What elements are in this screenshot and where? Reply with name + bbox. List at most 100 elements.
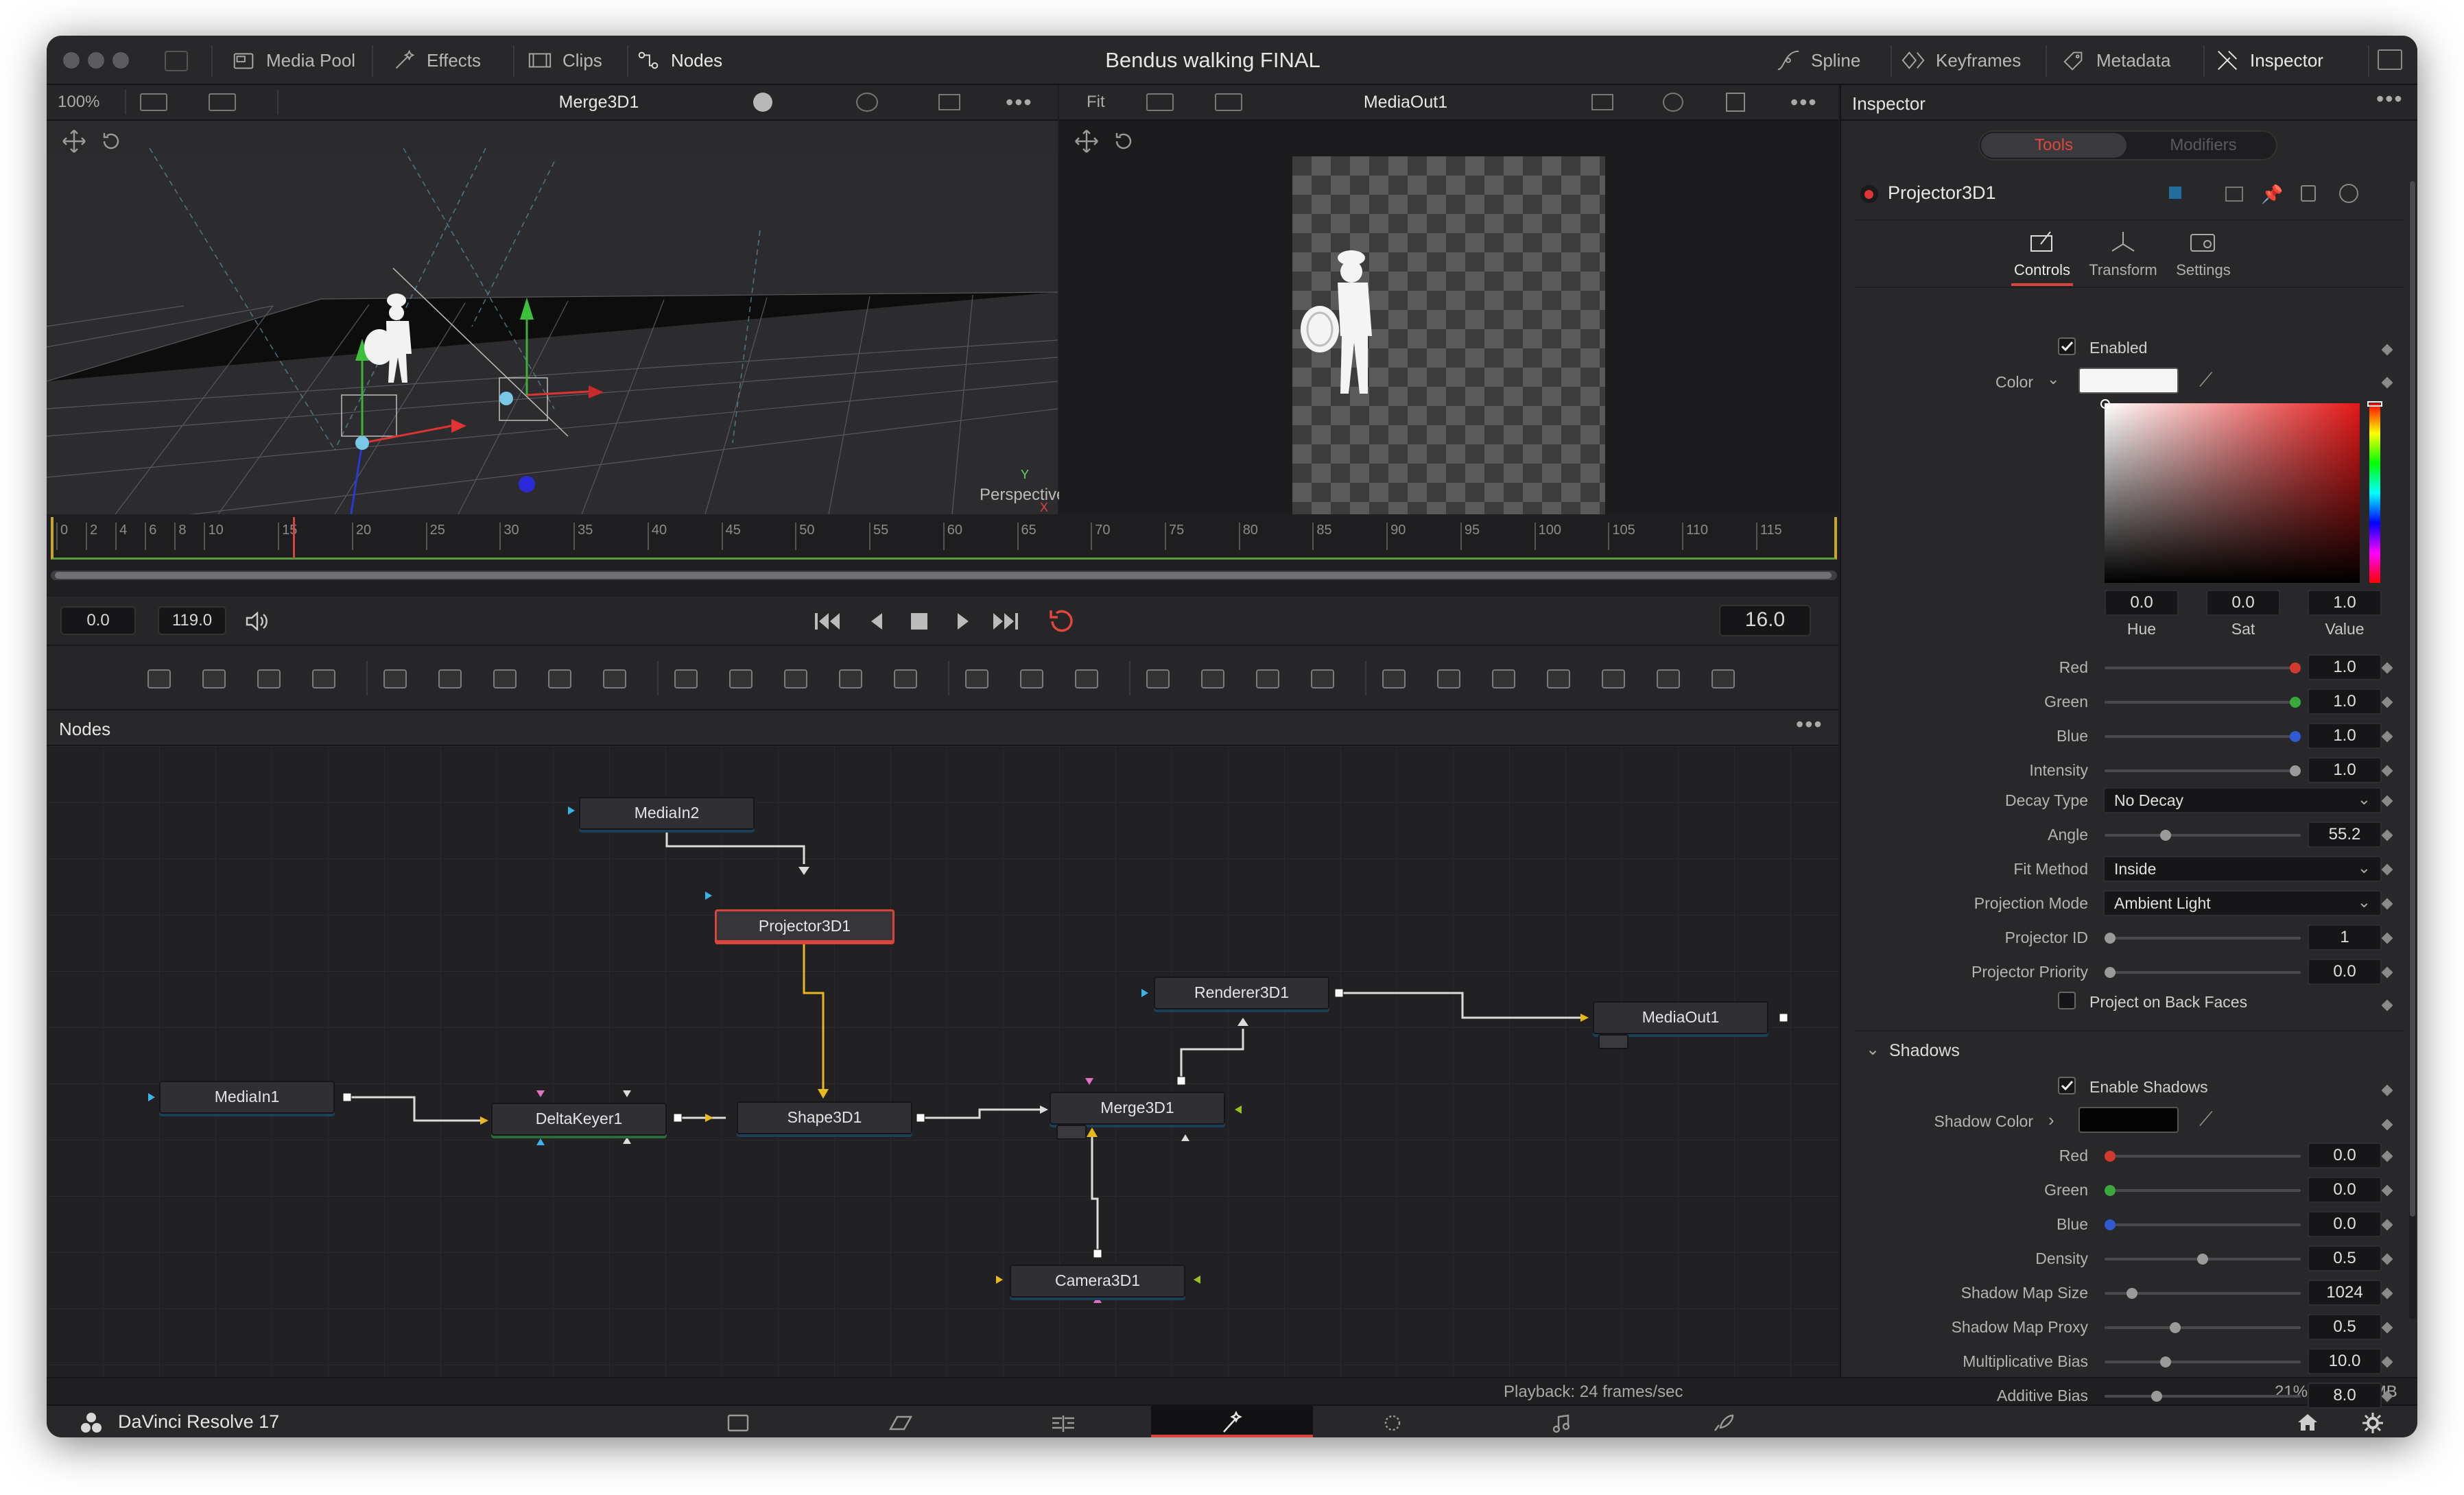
keyframe-backfaces-icon[interactable] <box>2381 999 2393 1012</box>
inspector-menu-icon[interactable]: ••• <box>2376 86 2404 112</box>
shadow-map-proxy-slider[interactable] <box>2105 1322 2301 1333</box>
audio-icon[interactable] <box>243 608 270 640</box>
prender-tool-button[interactable] <box>1251 662 1284 695</box>
keyframe-decay-icon[interactable] <box>2381 795 2393 807</box>
workspace-toggle-icon[interactable] <box>165 51 188 71</box>
enable-shadows-checkbox[interactable] <box>2058 1077 2076 1095</box>
tool-enable-toggle[interactable] <box>1860 185 1878 203</box>
slider-knob[interactable] <box>2105 1219 2116 1230</box>
keyframe-icon[interactable] <box>2381 696 2393 708</box>
layout-icon[interactable] <box>1146 93 1174 111</box>
slider-knob[interactable] <box>2290 697 2301 708</box>
eyedropper-icon[interactable]: ⟋ <box>2199 369 2213 392</box>
subtab-controls[interactable]: Controls <box>2011 229 2073 286</box>
merge-tool-button[interactable] <box>670 662 702 695</box>
reset-view-icon[interactable] <box>99 129 123 154</box>
reset-view-icon[interactable] <box>1111 129 1136 154</box>
background-tool-button[interactable] <box>143 662 176 695</box>
page-fairlight-icon[interactable] <box>1549 1413 1574 1437</box>
play-forward-button[interactable] <box>949 608 977 640</box>
eyedropper-icon[interactable]: ⟋ <box>2199 1108 2213 1131</box>
transform-tool-button[interactable] <box>834 662 867 695</box>
red-slider[interactable] <box>2105 662 2301 673</box>
node-mediain2[interactable]: MediaIn2 <box>579 797 755 830</box>
page-fusion-tab[interactable] <box>1151 1406 1313 1437</box>
angle-field[interactable]: 55.2 <box>2308 822 2382 848</box>
intensity-field[interactable]: 1.0 <box>2308 757 2382 783</box>
shadow-map-size-slider[interactable] <box>2105 1288 2301 1299</box>
renderer-3d-tool-button[interactable] <box>1652 662 1685 695</box>
green-field[interactable]: 1.0 <box>2308 689 2382 715</box>
camera-3d-tool-button[interactable] <box>1597 662 1630 695</box>
slider-knob[interactable] <box>2169 1322 2181 1333</box>
keyframe-icon[interactable] <box>2381 765 2393 777</box>
node-merge3d1[interactable]: Merge3D1 <box>1050 1092 1225 1125</box>
go-to-end-button[interactable] <box>991 608 1021 640</box>
loop-button[interactable] <box>1045 606 1080 641</box>
lock-icon[interactable] <box>2301 185 2316 202</box>
versions-icon[interactable] <box>2225 187 2243 202</box>
merge-preview-toggle[interactable] <box>1056 1125 1087 1140</box>
inspector-button[interactable]: Inspector <box>2214 36 2323 85</box>
blue-slider[interactable] <box>2105 731 2301 742</box>
reset-icon[interactable] <box>2339 184 2358 203</box>
monitor-icon[interactable] <box>2378 49 2402 70</box>
node-deltakeyer1[interactable]: DeltaKeyer1 <box>491 1103 667 1136</box>
keyframe-priority-icon[interactable] <box>2381 966 2393 979</box>
slider-knob[interactable] <box>2151 1391 2162 1402</box>
keyframes-button[interactable]: Keyframes <box>1900 36 2021 85</box>
projector-id-slider[interactable] <box>2105 933 2301 944</box>
perspective-label[interactable]: Perspective <box>980 486 1065 505</box>
node-camera3d1[interactable]: Camera3D1 <box>1010 1265 1185 1297</box>
left-viewer-menu-icon[interactable]: ••• <box>1006 90 1033 115</box>
keyframe-enabled-icon[interactable] <box>2381 344 2393 356</box>
resize-tool-button[interactable] <box>889 662 922 695</box>
multiplicative-bias-slider[interactable] <box>2105 1356 2301 1367</box>
nodes-menu-icon[interactable]: ••• <box>1796 712 1823 737</box>
green-slider[interactable] <box>2105 1185 2301 1196</box>
slider-knob[interactable] <box>2105 1185 2116 1196</box>
grid-icon[interactable] <box>1726 93 1745 112</box>
blue-field[interactable]: 0.0 <box>2308 1211 2382 1237</box>
ellipse-tool-button[interactable] <box>1015 662 1048 695</box>
render-end-field[interactable]: 119.0 <box>158 606 226 635</box>
red-slider[interactable] <box>2105 1151 2301 1162</box>
red-field[interactable]: 1.0 <box>2308 654 2382 680</box>
shape-3d-tool-button[interactable] <box>1377 662 1410 695</box>
current-time-field[interactable]: 16.0 <box>1719 605 1811 636</box>
color-swatch[interactable] <box>2078 368 2179 394</box>
keyframe-shadowcolor-icon[interactable] <box>2381 1119 2393 1131</box>
node-projector3d1[interactable]: Projector3D1 <box>715 909 895 942</box>
shadow-color-swatch[interactable] <box>2078 1107 2179 1133</box>
cube-tool-button[interactable] <box>1432 662 1465 695</box>
playhead[interactable] <box>292 517 295 558</box>
additive-bias-field[interactable]: 8.0 <box>2308 1383 2382 1409</box>
projector-priority-slider[interactable] <box>2105 967 2301 978</box>
text-3d-tool-button[interactable] <box>1487 662 1520 695</box>
mask-tool-button[interactable] <box>779 662 812 695</box>
image-plane-tool-button[interactable] <box>198 662 230 695</box>
node-graph[interactable]: MediaIn2 Projector3D1 Renderer3D1 MediaO… <box>47 746 1838 1377</box>
slider-knob[interactable] <box>2290 662 2301 673</box>
right-viewer-menu-icon[interactable]: ••• <box>1790 90 1818 115</box>
hue-bar[interactable] <box>2367 401 2382 583</box>
minimize-window-button[interactable] <box>88 52 104 69</box>
sat-field[interactable]: 0.0 <box>2206 590 2280 616</box>
render-start-field[interactable]: 0.0 <box>60 606 136 635</box>
keyframe-angle-icon[interactable] <box>2381 829 2393 841</box>
text-tool-button[interactable] <box>252 662 285 695</box>
bspline-tool-button[interactable] <box>488 662 521 695</box>
keyframe-icon[interactable] <box>2381 1150 2393 1162</box>
density-field[interactable]: 0.5 <box>2308 1245 2382 1271</box>
effects-button[interactable]: Effects <box>391 36 481 85</box>
pemitter-tool-button[interactable] <box>1196 662 1229 695</box>
slider-knob[interactable] <box>2105 1151 2116 1162</box>
keyframe-icon[interactable] <box>2381 1253 2393 1265</box>
page-deliver-icon[interactable] <box>1711 1413 1736 1437</box>
green-field[interactable]: 0.0 <box>2308 1177 2382 1203</box>
subtab-transform[interactable]: Transform <box>2085 229 2161 279</box>
slider-knob[interactable] <box>2290 731 2301 742</box>
slider-knob[interactable] <box>2197 1254 2208 1265</box>
rectangle-tool-button[interactable] <box>960 662 993 695</box>
fit-method-dropdown[interactable]: Inside ⌄ <box>2103 856 2382 882</box>
